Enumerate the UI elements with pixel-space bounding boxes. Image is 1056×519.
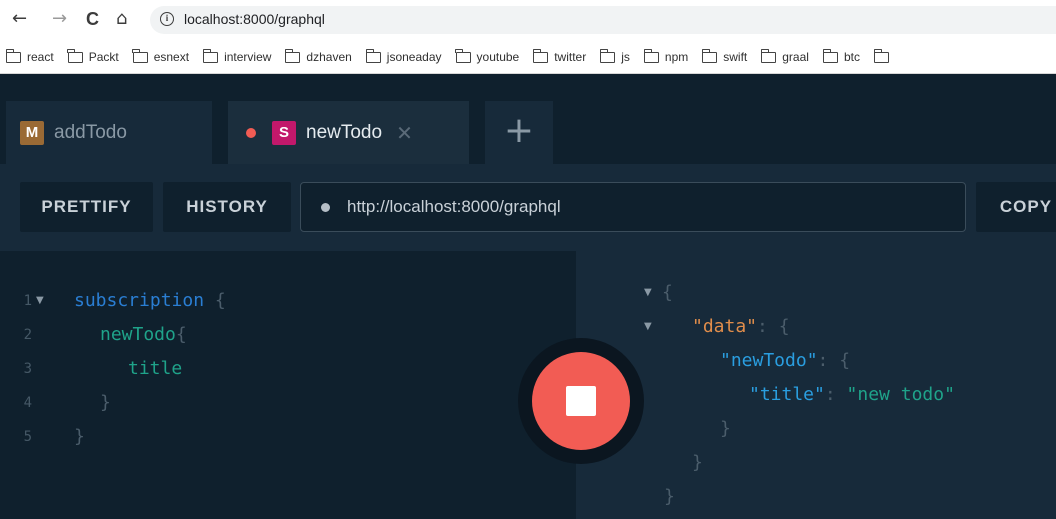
home-icon[interactable]: ⌂: [116, 9, 127, 29]
bookmark-folder[interactable]: interview: [202, 40, 271, 73]
result-line: }: [664, 486, 675, 507]
folder-icon: [643, 48, 659, 63]
tab-label: newTodo: [306, 121, 383, 143]
stop-icon: [566, 386, 596, 416]
code-line: }: [74, 426, 85, 447]
result-line: }: [720, 418, 731, 439]
fold-arrow-icon[interactable]: ▼: [644, 315, 652, 339]
mutation-badge: M: [20, 120, 44, 145]
result-line: "data": {: [692, 316, 790, 337]
graphql-playground: M addTodo S newTodo ✕ + PRETTIFY HISTORY…: [0, 75, 1056, 519]
folder-icon: [132, 48, 148, 63]
address-bar[interactable]: i localhost:8000/graphql: [150, 6, 1056, 34]
folder-icon: [822, 48, 838, 63]
tab-bar: M addTodo S newTodo ✕ +: [0, 75, 1056, 164]
code-line: subscription {: [74, 290, 226, 311]
endpoint-url: http://localhost:8000/graphql: [347, 197, 561, 216]
bookmark-folder[interactable]: esnext: [132, 40, 189, 73]
folder-icon: [873, 48, 889, 63]
line-number: 2: [23, 327, 32, 343]
bookmark-folder[interactable]: twitter: [532, 40, 586, 73]
folder-icon: [67, 48, 83, 63]
copy-curl-button[interactable]: COPY: [976, 182, 1056, 232]
bookmark-folder[interactable]: js: [599, 40, 630, 73]
history-button[interactable]: HISTORY: [163, 182, 291, 232]
code-line: newTodo{: [100, 324, 187, 345]
tab-label: addTodo: [54, 121, 127, 143]
line-number: 5: [23, 429, 32, 445]
result-line: {: [662, 282, 673, 303]
line-number: 4: [23, 395, 32, 411]
folder-icon: [285, 48, 301, 63]
reload-icon[interactable]: C: [86, 9, 99, 29]
unsaved-dot-icon: [246, 127, 256, 138]
bookmark-folder[interactable]: [873, 40, 895, 73]
bookmark-folder[interactable]: swift: [701, 40, 747, 73]
bookmark-folder[interactable]: jsoneaday: [365, 40, 442, 73]
address-bar-url: localhost:8000/graphql: [184, 11, 325, 27]
folder-icon: [760, 48, 777, 63]
query-editor[interactable]: 1 ▼ subscription { 2 newTodo{ 3 title 4 …: [6, 251, 576, 519]
code-line: }: [100, 392, 111, 413]
browser-toolbar: ← → C ⌂ i localhost:8000/graphql: [0, 0, 1056, 40]
bookmark-folder[interactable]: dzhaven: [285, 40, 352, 73]
prettify-button[interactable]: PRETTIFY: [20, 182, 153, 232]
fold-arrow-icon[interactable]: ▼: [36, 289, 44, 313]
tab-newtodo[interactable]: S newTodo ✕: [228, 101, 469, 164]
folder-icon: [701, 48, 718, 63]
code-line: title: [128, 358, 183, 379]
bookmark-folder[interactable]: npm: [643, 40, 688, 73]
info-icon[interactable]: i: [160, 12, 174, 26]
folder-icon: [365, 48, 381, 63]
forward-arrow-icon[interactable]: →: [52, 9, 67, 29]
stop-subscription-button[interactable]: [532, 352, 630, 450]
bookmark-folder[interactable]: graal: [760, 40, 809, 73]
bookmark-folder[interactable]: btc: [822, 40, 860, 73]
folder-icon: [455, 48, 471, 63]
add-tab-button[interactable]: +: [485, 101, 553, 164]
bookmark-folder[interactable]: react: [5, 40, 54, 73]
result-line: "title": "new todo": [749, 384, 955, 405]
folder-icon: [5, 48, 21, 63]
close-tab-icon[interactable]: ✕: [396, 121, 413, 145]
line-number: 3: [23, 361, 32, 377]
folder-icon: [599, 48, 616, 63]
result-line: }: [692, 452, 703, 473]
bookmark-folder[interactable]: Packt: [67, 40, 119, 73]
editor-controls: PRETTIFY HISTORY http://localhost:8000/g…: [0, 164, 1056, 251]
fold-arrow-icon[interactable]: ▼: [644, 281, 652, 305]
tab-addtodo[interactable]: M addTodo: [6, 101, 212, 164]
subscription-badge: S: [272, 120, 296, 145]
result-viewer: ▼ { ▼ "data": { "newTodo": { "title": "n…: [576, 251, 1056, 519]
folder-icon: [202, 48, 219, 63]
line-number: 1: [23, 293, 32, 309]
result-line: "newTodo": {: [720, 350, 851, 371]
connection-status-dot-icon: [321, 203, 330, 212]
back-arrow-icon[interactable]: ←: [12, 9, 27, 29]
bookmark-folder[interactable]: youtube: [455, 40, 519, 73]
folder-icon: [532, 48, 549, 63]
endpoint-input[interactable]: http://localhost:8000/graphql: [300, 182, 966, 232]
bookmarks-bar: react Packt esnext interview dzhaven jsoneada…: [0, 40, 1056, 74]
